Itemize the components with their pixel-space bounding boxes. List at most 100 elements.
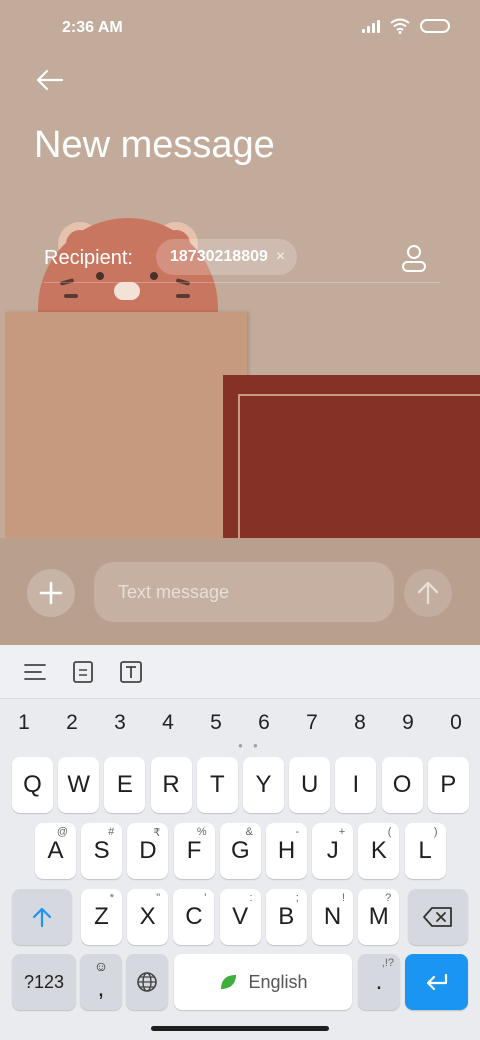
key-label: H: [277, 837, 296, 864]
key-sub-label: :: [249, 892, 253, 904]
space-key[interactable]: English: [174, 954, 352, 1010]
recipient-chip-number: 18730218809: [170, 248, 268, 265]
attach-button[interactable]: [27, 569, 75, 617]
key-sub-label: @: [56, 826, 68, 838]
enter-key[interactable]: [405, 954, 468, 1010]
contact-picker-icon[interactable]: [400, 243, 428, 273]
key-z[interactable]: * Z: [81, 889, 122, 945]
backspace-key[interactable]: [408, 889, 468, 945]
key-i[interactable]: I: [335, 757, 377, 813]
number-key[interactable]: 4: [144, 705, 192, 741]
key-m[interactable]: ? M: [358, 889, 400, 945]
number-key[interactable]: 0: [432, 705, 480, 741]
key-sub-label: ': [204, 892, 207, 904]
key-sub-label: ): [433, 826, 438, 838]
key-v[interactable]: :V: [219, 889, 261, 945]
key-a[interactable]: @ A: [35, 823, 76, 879]
globe-icon: [137, 972, 157, 992]
key-g[interactable]: & G: [219, 823, 261, 879]
home-indicator[interactable]: [151, 1026, 329, 1031]
leaf-icon: [221, 975, 237, 989]
number-key[interactable]: 6: [240, 705, 288, 741]
language-key[interactable]: [126, 954, 168, 1010]
shift-key[interactable]: [12, 889, 72, 945]
comma-emoji-key[interactable]: ☺ ,: [80, 954, 122, 1010]
back-arrow-icon[interactable]: [34, 66, 66, 94]
number-key[interactable]: 8: [336, 705, 384, 741]
number-key[interactable]: 5: [192, 705, 240, 741]
key-label: Q: [23, 771, 42, 798]
key-label: J: [326, 837, 339, 864]
book-border: [238, 394, 480, 544]
keyboard-toolbar: [0, 645, 480, 699]
key-label: V: [232, 903, 249, 930]
plus-icon: [39, 581, 63, 605]
key-sub-label: +: [338, 826, 346, 838]
key-e[interactable]: E: [104, 757, 146, 813]
page-indicator-dots: ● ●: [238, 741, 262, 750]
key-x[interactable]: " X: [127, 889, 169, 945]
message-input[interactable]: [94, 562, 394, 622]
comma-label: ,: [97, 975, 105, 1002]
key-p[interactable]: P: [427, 757, 469, 813]
key-label: A: [47, 837, 64, 864]
number-key[interactable]: 1: [0, 705, 48, 741]
key-label: P: [440, 771, 457, 798]
number-key[interactable]: 9: [384, 705, 432, 741]
number-key[interactable]: 7: [288, 705, 336, 741]
bear-nose: [114, 282, 140, 300]
key-t[interactable]: T: [196, 757, 238, 813]
key-sub-label: (: [387, 826, 392, 838]
key-c[interactable]: ' C: [173, 889, 215, 945]
key-label: B: [278, 903, 295, 930]
key-l[interactable]: ) L: [404, 823, 446, 879]
key-sub-label: *: [109, 892, 114, 904]
key-label: I: [352, 771, 360, 798]
key-label: O: [392, 771, 412, 798]
key-k[interactable]: (K: [358, 823, 400, 879]
key-f[interactable]: % F: [173, 823, 215, 879]
recipient-chip[interactable]: 18730218809 ×: [156, 239, 298, 275]
menu-lines-icon[interactable]: [22, 659, 48, 685]
recipient-row: Recipient: 18730218809 ×: [44, 237, 440, 283]
wifi-icon: [390, 18, 410, 34]
remove-recipient-icon[interactable]: ×: [276, 248, 285, 266]
enter-icon: [426, 973, 447, 991]
key-o[interactable]: O: [381, 757, 423, 813]
battery-icon: [420, 19, 450, 33]
number-key[interactable]: 3: [96, 705, 144, 741]
key-n[interactable]: ! N: [312, 889, 353, 945]
keyboard: 1234567890 ● ● QWERTYUIOP @ A # S ₹ D% F & G - H + J…: [0, 645, 480, 1040]
key-b[interactable]: ; B: [265, 889, 307, 945]
period-key[interactable]: ,!? .: [358, 954, 400, 1010]
symbols-key[interactable]: ?123: [12, 954, 76, 1010]
key-sub-label: &: [245, 826, 253, 838]
key-sub-label: -: [295, 826, 299, 838]
key-r[interactable]: R: [150, 757, 192, 813]
number-key[interactable]: 2: [48, 705, 96, 741]
key-u[interactable]: U: [289, 757, 331, 813]
clipboard-icon[interactable]: [70, 659, 96, 685]
key-label: E: [116, 771, 133, 798]
key-s[interactable]: # S: [81, 823, 123, 879]
key-label: S: [93, 837, 110, 864]
key-label: M: [368, 903, 389, 930]
send-arrow-icon: [417, 581, 439, 605]
key-w[interactable]: W: [58, 757, 100, 813]
key-label: L: [418, 837, 432, 864]
key-y[interactable]: Y: [243, 757, 284, 813]
send-button[interactable]: [404, 569, 452, 617]
number-row: 1234567890: [0, 705, 480, 741]
key-d[interactable]: ₹ D: [127, 823, 169, 879]
key-sub-label: !: [341, 892, 345, 904]
key-j[interactable]: + J: [312, 823, 354, 879]
cardboard-box: [5, 312, 247, 552]
key-label: Z: [94, 903, 109, 930]
text-format-icon[interactable]: [118, 659, 144, 685]
key-q[interactable]: Q: [12, 757, 53, 813]
bear-stripe: [64, 294, 78, 298]
key-h[interactable]: -H: [266, 823, 307, 879]
period-label: .: [375, 968, 383, 995]
key-label: D: [139, 837, 157, 864]
status-icons: [362, 18, 450, 34]
